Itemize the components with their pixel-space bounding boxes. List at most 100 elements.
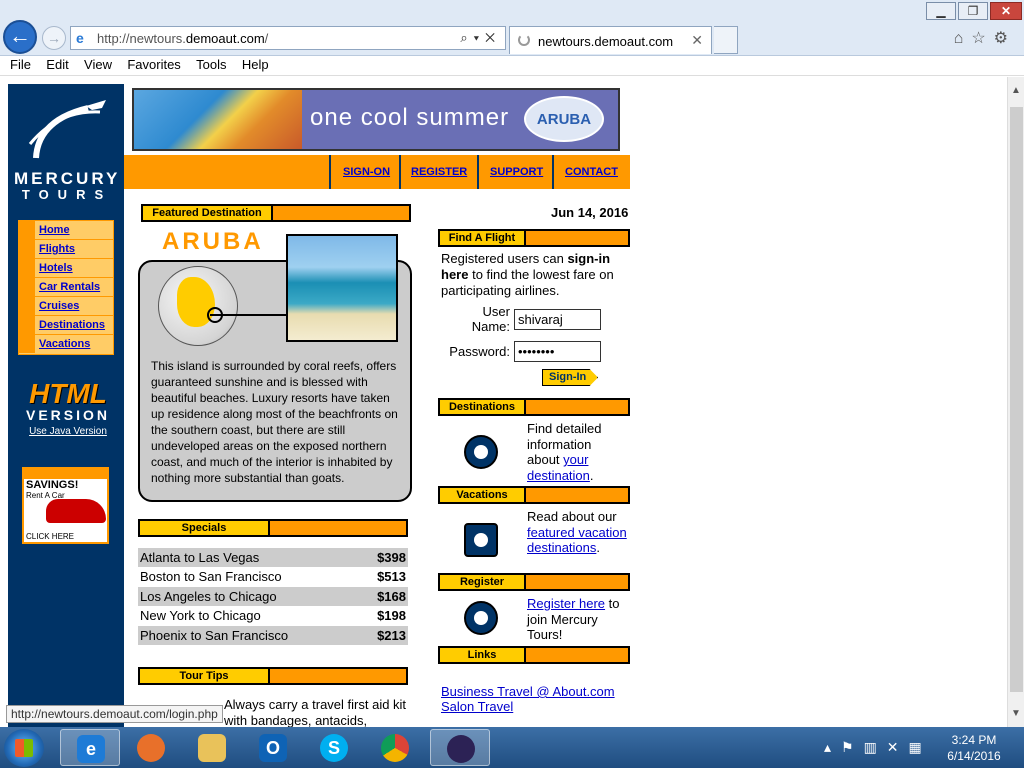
- windows-logo-icon: [15, 739, 33, 757]
- sun-vacations-icon: [464, 523, 498, 557]
- scroll-down-icon[interactable]: ▼: [1011, 708, 1021, 719]
- clock[interactable]: 3:24 PM 6/14/2016: [942, 732, 1006, 764]
- restore-button[interactable]: ❐: [958, 2, 988, 20]
- taskbar-ie[interactable]: e: [60, 729, 120, 766]
- aruba-banner[interactable]: one cool summer ARUBA: [132, 88, 620, 151]
- savings-title: SAVINGS!: [26, 479, 79, 491]
- savings-ad[interactable]: SAVINGS! Rent A Car CLICK HERE: [22, 467, 109, 544]
- favorites-star-icon[interactable]: ☆: [971, 30, 993, 47]
- html-badge-subtitle: VERSION: [25, 407, 110, 423]
- special-price: $168: [377, 588, 406, 604]
- tab-close-icon[interactable]: ✕: [691, 32, 703, 49]
- vertical-scrollbar[interactable]: ▲ ▼: [1007, 77, 1024, 727]
- nav-item-hotels[interactable]: Hotels: [19, 259, 113, 278]
- skype-icon: S: [320, 734, 348, 762]
- taskbar-outlook[interactable]: O: [243, 729, 303, 766]
- special-price: $213: [377, 627, 406, 643]
- nav-link-cruises[interactable]: Cruises: [39, 300, 79, 312]
- vacations-header-label: Vacations: [440, 488, 526, 502]
- search-dropdown-icon[interactable]: ⌕▾✕: [460, 30, 501, 46]
- page-viewport: MERCURY TOURS Home Flights Hotels Car Re…: [0, 77, 1007, 727]
- address-bar[interactable]: e http://newtours.demoaut.com/ ⌕▾✕: [70, 26, 506, 50]
- tour-tip-text: Always carry a travel first aid kit with…: [224, 697, 407, 727]
- nav-link-flights[interactable]: Flights: [39, 243, 75, 255]
- nav-item-flights[interactable]: Flights: [19, 240, 113, 259]
- menu-help[interactable]: Help: [242, 56, 269, 74]
- taskbar-explorer[interactable]: [182, 729, 242, 766]
- special-price: $513: [377, 569, 406, 585]
- featured-box: This island is surrounded by coral reefs…: [138, 234, 412, 502]
- salon-travel-link[interactable]: Salon Travel: [441, 699, 513, 714]
- nav-link-home[interactable]: Home: [39, 224, 70, 236]
- business-travel-link[interactable]: Business Travel @ About.com: [441, 684, 615, 699]
- sign-in-button[interactable]: Sign-In: [542, 369, 598, 386]
- nav-item-vacations[interactable]: Vacations: [19, 335, 113, 354]
- specials-header-label: Specials: [140, 521, 270, 535]
- banner-tagline: one cool summer: [310, 104, 510, 131]
- top-nav-contact[interactable]: CONTACT: [565, 166, 618, 178]
- scroll-thumb[interactable]: [1010, 107, 1023, 692]
- left-nav: Home Flights Hotels Car Rentals Cruises …: [18, 220, 114, 355]
- password-input[interactable]: [514, 341, 601, 362]
- gear-icon[interactable]: ⚙: [994, 30, 1016, 47]
- logo-tours: TOURS: [21, 187, 113, 202]
- destinations-text: Find detailed information about your des…: [527, 421, 602, 483]
- scroll-up-icon[interactable]: ▲: [1011, 85, 1021, 96]
- special-route: New York to Chicago: [140, 608, 261, 624]
- nav-item-home[interactable]: Home: [19, 221, 113, 240]
- home-icon[interactable]: ⌂: [954, 30, 972, 47]
- menu-tools[interactable]: Tools: [196, 56, 226, 74]
- nav-link-destinations[interactable]: Destinations: [39, 319, 105, 331]
- register-header: Register: [438, 573, 630, 591]
- special-row: Los Angeles to Chicago $168: [138, 586, 408, 607]
- window-close-button[interactable]: ✕: [990, 2, 1022, 20]
- html-badge-title: HTML: [29, 378, 107, 409]
- plane-logo-icon: [28, 100, 106, 159]
- taskbar-chrome[interactable]: [365, 729, 425, 766]
- html-version-badge: HTML VERSION Use Java Version: [22, 378, 114, 438]
- specials-header: Specials: [138, 519, 408, 537]
- menu-edit[interactable]: Edit: [46, 56, 68, 74]
- menu-file[interactable]: File: [10, 56, 31, 74]
- top-nav-support[interactable]: SUPPORT: [490, 166, 543, 178]
- outlook-icon: O: [259, 734, 287, 762]
- address-url[interactable]: http://newtours.demoaut.com/: [97, 31, 268, 46]
- taskbar-firefox[interactable]: [121, 729, 181, 766]
- minimize-button[interactable]: ▁: [926, 2, 956, 20]
- clock-date: 6/14/2016: [947, 749, 1001, 763]
- top-nav-register[interactable]: REGISTER: [411, 166, 467, 178]
- taskbar-skype[interactable]: S: [304, 729, 364, 766]
- nav-item-cruises[interactable]: Cruises: [19, 297, 113, 316]
- special-row: New York to Chicago $198: [138, 606, 408, 625]
- browser-tools-icons[interactable]: ⌂☆⚙: [954, 28, 1016, 48]
- top-nav-sign-on[interactable]: SIGN-ON: [343, 166, 390, 178]
- clock-time: 3:24 PM: [951, 733, 997, 747]
- back-arrow-icon[interactable]: ←: [3, 20, 37, 54]
- banner-photo: [134, 90, 302, 149]
- menu-favorites[interactable]: Favorites: [127, 56, 180, 74]
- taskbar-eclipse[interactable]: [430, 729, 490, 766]
- car-icon: [46, 499, 106, 523]
- find-flight-header: Find A Flight: [438, 229, 630, 247]
- menu-view[interactable]: View: [84, 56, 112, 74]
- nav-link-hotels[interactable]: Hotels: [39, 262, 73, 274]
- globe-icon: [158, 266, 238, 346]
- start-button[interactable]: [4, 729, 44, 767]
- browser-tab[interactable]: newtours.demoaut.com ✕: [509, 26, 712, 54]
- register-here-link[interactable]: Register here: [527, 596, 605, 611]
- nav-item-destinations[interactable]: Destinations: [19, 316, 113, 335]
- featured-title: ARUBA: [162, 228, 264, 255]
- tray-icons[interactable]: ▴⚑▥✕▦: [824, 739, 932, 756]
- username-input[interactable]: [514, 309, 601, 330]
- nav-item-car-rentals[interactable]: Car Rentals: [19, 278, 113, 297]
- forward-arrow-icon[interactable]: →: [42, 26, 66, 50]
- savings-cta[interactable]: CLICK HERE: [26, 532, 74, 541]
- nav-link-car-rentals[interactable]: Car Rentals: [39, 281, 100, 293]
- featured-vacation-link[interactable]: featured vacation destinations: [527, 525, 627, 556]
- java-version-link[interactable]: Use Java Version: [22, 426, 114, 437]
- special-route: Atlanta to Las Vegas: [140, 550, 260, 565]
- top-nav: SIGN-ON REGISTER SUPPORT CONTACT: [124, 155, 630, 189]
- nav-link-vacations[interactable]: Vacations: [39, 338, 90, 350]
- ie-page-icon: e: [76, 30, 84, 46]
- new-tab-button[interactable]: [714, 26, 738, 54]
